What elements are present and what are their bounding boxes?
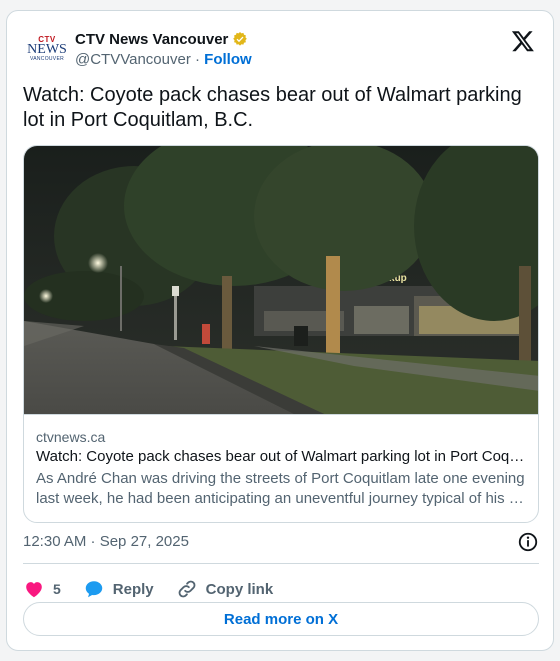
- x-logo-icon[interactable]: [511, 29, 535, 53]
- post-timestamp[interactable]: 12:30 AM · Sep 27, 2025: [23, 533, 189, 550]
- avatar-logo-sub: VANCOUVER: [29, 55, 64, 62]
- link-preview-meta: ctvnews.ca Watch: Coyote pack chases bea…: [24, 414, 538, 522]
- avatar-logo-main: NEWS: [27, 41, 67, 57]
- author-name[interactable]: CTV News Vancouver: [75, 31, 228, 48]
- author-handle[interactable]: @CTVVancouver: [75, 51, 191, 68]
- like-button[interactable]: 5: [23, 578, 61, 600]
- reply-button[interactable]: Reply: [83, 578, 154, 600]
- link-preview-image: Pickup: [24, 146, 538, 414]
- copy-link-label: Copy link: [205, 580, 274, 598]
- post-header: CTV NEWS VANCOUVER CTV News Vancouver @C…: [23, 27, 537, 71]
- timestamp-row: 12:30 AM · Sep 27, 2025: [23, 529, 539, 555]
- author-handle-row: @CTVVancouver · Follow: [75, 49, 252, 71]
- verified-badge-icon: [233, 32, 248, 46]
- reply-label: Reply: [112, 580, 154, 598]
- handle-separator: ·: [195, 51, 200, 68]
- heart-icon: [26, 582, 42, 598]
- author-name-row: CTV News Vancouver: [75, 29, 252, 49]
- link-domain: ctvnews.ca: [36, 429, 106, 445]
- link-description: As André Chan was driving the streets of…: [36, 470, 525, 507]
- author-info: CTV News Vancouver @CTVVancouver · Follo…: [75, 29, 252, 71]
- link-icon: [178, 580, 196, 598]
- author-avatar[interactable]: CTV NEWS VANCOUVER: [27, 31, 67, 65]
- info-icon[interactable]: [517, 531, 539, 553]
- reply-bubble-icon: [85, 581, 103, 598]
- embedded-post-card: CTV NEWS VANCOUVER CTV News Vancouver @C…: [6, 10, 554, 651]
- link-preview-card[interactable]: Pickup: [23, 145, 539, 523]
- actions-divider: [23, 563, 539, 564]
- like-count: 5: [53, 581, 61, 597]
- copy-link-button[interactable]: Copy link: [176, 578, 274, 600]
- read-more-button[interactable]: Read more on X: [23, 602, 539, 636]
- link-title: Watch: Coyote pack chases bear out of Wa…: [36, 448, 528, 465]
- post-text: Watch: Coyote pack chases bear out of Wa…: [23, 84, 522, 131]
- follow-button[interactable]: Follow: [204, 51, 252, 68]
